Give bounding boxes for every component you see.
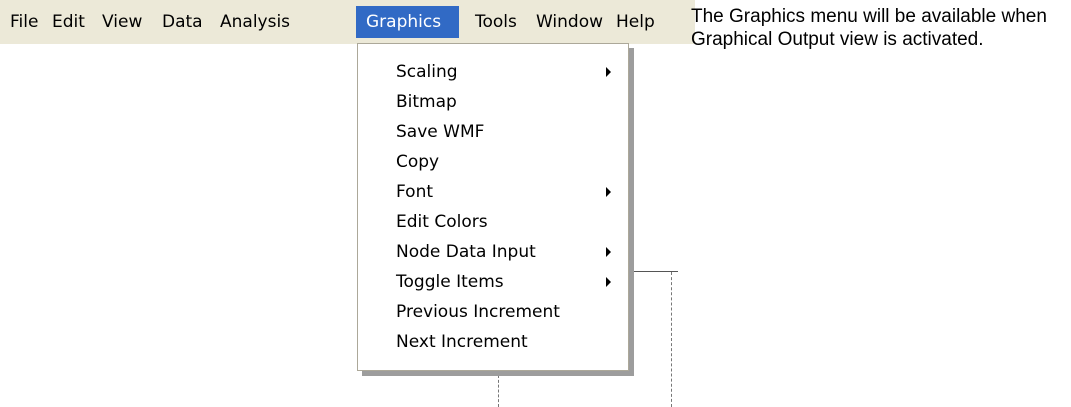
menu-item-bitmap[interactable]: Bitmap bbox=[359, 87, 627, 117]
submenu-arrow-icon bbox=[606, 247, 611, 257]
menu-data[interactable]: Data bbox=[152, 6, 213, 38]
menu-window[interactable]: Window bbox=[526, 6, 613, 38]
menu-edit[interactable]: Edit bbox=[42, 6, 95, 38]
graphics-dropdown-menu: Scaling Bitmap Save WMF Copy Font Edit C… bbox=[357, 43, 629, 371]
graphic-dashed-line-left bbox=[498, 375, 499, 407]
menu-item-label: Next Increment bbox=[396, 332, 528, 352]
menu-item-scaling[interactable]: Scaling bbox=[359, 57, 627, 87]
menu-help[interactable]: Help bbox=[606, 6, 665, 38]
graphic-dashed-line-right bbox=[671, 272, 672, 407]
submenu-arrow-icon bbox=[606, 277, 611, 287]
menu-item-font[interactable]: Font bbox=[359, 177, 627, 207]
menu-item-label: Font bbox=[396, 182, 434, 202]
screenshot-stage: File Edit View Data Analysis Graphics To… bbox=[0, 0, 1071, 407]
menu-analysis[interactable]: Analysis bbox=[210, 6, 300, 38]
menu-bar: File Edit View Data Analysis Graphics To… bbox=[0, 0, 695, 44]
menu-item-label: Node Data Input bbox=[396, 242, 536, 262]
menu-item-next-increment[interactable]: Next Increment bbox=[359, 327, 627, 357]
menu-item-label: Edit Colors bbox=[396, 212, 488, 232]
menu-item-label: Toggle Items bbox=[396, 272, 504, 292]
help-note-text: The Graphics menu will be available when… bbox=[691, 6, 1047, 50]
menu-item-label: Scaling bbox=[396, 62, 458, 82]
menu-item-copy[interactable]: Copy bbox=[359, 147, 627, 177]
menu-item-toggle-items[interactable]: Toggle Items bbox=[359, 267, 627, 297]
menu-item-edit-colors[interactable]: Edit Colors bbox=[359, 207, 627, 237]
menu-graphics[interactable]: Graphics bbox=[356, 6, 459, 38]
submenu-arrow-icon bbox=[606, 67, 611, 77]
menu-item-save-wmf[interactable]: Save WMF bbox=[359, 117, 627, 147]
menu-item-label: Copy bbox=[396, 152, 440, 172]
menu-item-label: Previous Increment bbox=[396, 302, 560, 322]
menu-item-label: Bitmap bbox=[396, 92, 457, 112]
menu-item-previous-increment[interactable]: Previous Increment bbox=[359, 297, 627, 327]
menu-view[interactable]: View bbox=[92, 6, 152, 38]
submenu-arrow-icon bbox=[606, 187, 611, 197]
menu-tools[interactable]: Tools bbox=[465, 6, 527, 38]
menu-item-label: Save WMF bbox=[396, 122, 485, 142]
menu-item-node-data-input[interactable]: Node Data Input bbox=[359, 237, 627, 267]
